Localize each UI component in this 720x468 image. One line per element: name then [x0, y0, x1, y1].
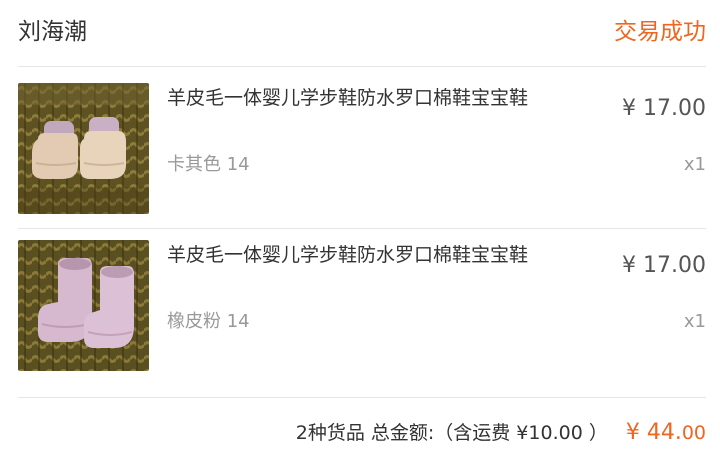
order-item[interactable]: 羊皮毛一体婴儿学步鞋防水罗口棉鞋宝宝鞋 卡其色 14 ¥ 17.00 x1	[0, 83, 720, 243]
order-header: 刘海潮 交易成功	[0, 0, 720, 66]
item-title[interactable]: 羊皮毛一体婴儿学步鞋防水罗口棉鞋宝宝鞋	[167, 85, 537, 111]
product-image[interactable]	[18, 240, 149, 371]
item-quantity: x1	[683, 311, 706, 332]
item-quantity: x1	[683, 154, 706, 175]
divider	[18, 228, 706, 229]
order-status: 交易成功	[614, 19, 706, 45]
summary-text: 2种货品 总金额:（含运费 ¥10.00 ）	[295, 422, 608, 444]
buyer-name: 刘海潮	[18, 19, 87, 45]
divider	[18, 66, 706, 67]
item-price: ¥ 17.00	[622, 96, 706, 121]
divider	[18, 397, 706, 398]
item-sku: 橡皮粉 14	[167, 311, 250, 332]
item-title[interactable]: 羊皮毛一体婴儿学步鞋防水罗口棉鞋宝宝鞋	[167, 242, 537, 268]
order-summary: 2种货品 总金额:（含运费 ¥10.00 ） ¥ 44.00	[296, 418, 706, 452]
order-item[interactable]: 羊皮毛一体婴儿学步鞋防水罗口棉鞋宝宝鞋 橡皮粉 14 ¥ 17.00 x1	[0, 240, 720, 400]
order-card[interactable]: 刘海潮 交易成功 羊皮毛一体婴儿学步鞋防水罗口棉鞋宝宝鞋 卡其色 14 ¥ 17…	[0, 0, 720, 468]
product-photo-pink-baby-boots	[18, 240, 149, 371]
product-image[interactable]	[18, 83, 149, 214]
order-total-cents: 00	[681, 422, 706, 444]
order-total: ¥ 44.00	[626, 420, 706, 445]
item-sku: 卡其色 14	[167, 154, 250, 175]
product-photo-beige-baby-boots	[18, 83, 149, 214]
order-total-main: ¥ 44.	[625, 420, 682, 445]
item-price: ¥ 17.00	[622, 253, 706, 278]
